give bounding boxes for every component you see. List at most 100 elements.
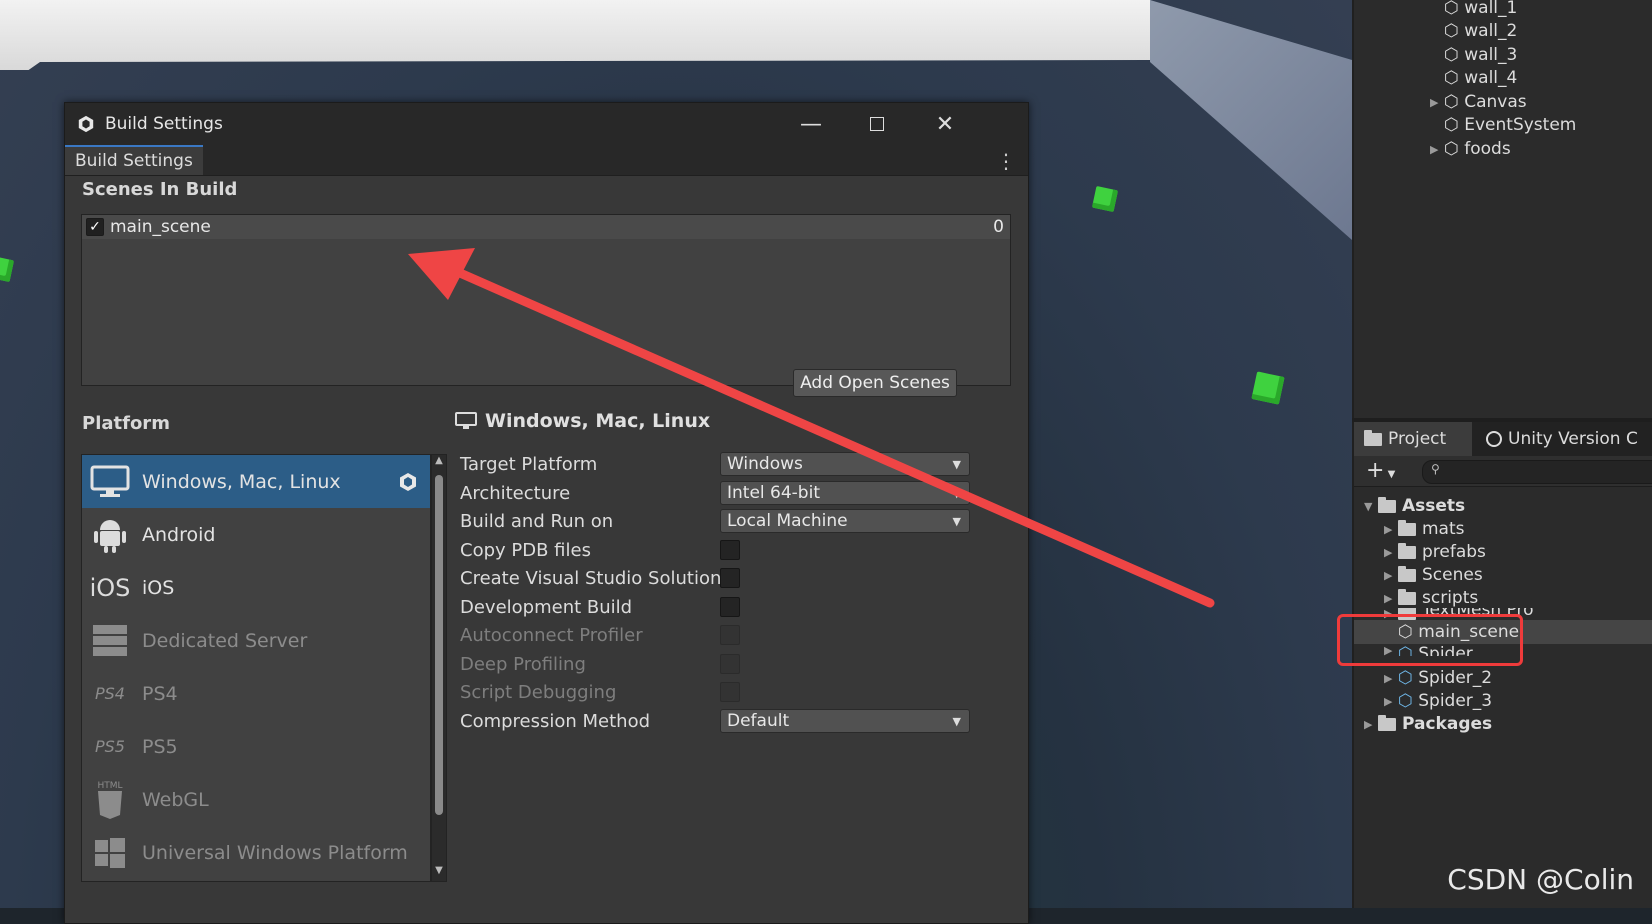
expand-arrow-icon[interactable]: ▶ [1430, 143, 1444, 156]
watermark: CSDN @Colin [1447, 863, 1634, 896]
scroll-up-icon[interactable]: ▲ [432, 455, 446, 471]
build-run-on-dropdown[interactable]: Local Machine ▼ [720, 509, 970, 533]
folder-icon [1398, 565, 1416, 582]
prefab-item[interactable]: ▶ ⬡ Spider_2 [1384, 666, 1492, 690]
platform-item-ios[interactable]: iOS iOS [82, 561, 430, 614]
hierarchy-item-label: wall_3 [1464, 45, 1518, 65]
platform-item-dedicated-server[interactable]: Dedicated Server [82, 614, 430, 667]
expand-arrow-icon[interactable]: ▶ [1384, 569, 1398, 582]
add-open-scenes-button[interactable]: Add Open Scenes [793, 369, 957, 397]
hierarchy-panel[interactable]: ⬡ wall_1 ⬡ wall_2 ⬡ wall_3 ⬡ wall_4 ▶ ⬡ C… [1352, 0, 1652, 418]
more-options-icon[interactable]: ⋮ [996, 149, 1016, 173]
hierarchy-item[interactable]: ▶ ⬡ Canvas [1430, 90, 1527, 114]
tab-project[interactable]: Project [1354, 422, 1472, 456]
create-button[interactable]: + ▼ [1366, 458, 1395, 483]
wall-top [0, 0, 1352, 70]
compression-method-dropdown[interactable]: Default ▼ [720, 709, 970, 733]
platform-item-ps4[interactable]: PS4 PS4 [82, 667, 430, 720]
hierarchy-item[interactable]: ⬡ wall_1 [1430, 0, 1517, 20]
monitor-icon [88, 462, 132, 502]
platform-label: Windows, Mac, Linux [142, 470, 341, 493]
assets-folder[interactable]: ▼ Assets [1364, 494, 1465, 518]
highlight-box [1337, 614, 1523, 666]
plus-icon: + [1366, 458, 1385, 483]
deep-profiling-checkbox[interactable] [720, 654, 740, 674]
expand-arrow-icon[interactable]: ▶ [1384, 672, 1398, 685]
folder-label: Packages [1402, 714, 1493, 734]
prefab-item[interactable]: ▶ ⬡ Spider_3 [1384, 689, 1492, 713]
platform-settings-heading: Windows, Mac, Linux [455, 410, 710, 432]
folder-item[interactable]: ▶ mats [1384, 517, 1465, 541]
development-build-checkbox[interactable] [720, 597, 740, 617]
folder-icon [1398, 542, 1416, 559]
expand-arrow-icon[interactable]: ▶ [1384, 592, 1398, 605]
food-cube [0, 255, 15, 283]
platform-item-android[interactable]: Android [82, 508, 430, 561]
setting-autoconnect-profiler: Autoconnect Profiler [460, 622, 1020, 648]
tab-bar: Build Settings ⋮ [65, 145, 1028, 176]
hierarchy-item[interactable]: ⬡ wall_2 [1430, 19, 1517, 43]
platform-label: PS5 [142, 735, 178, 758]
ps5-icon: PS5 [95, 737, 125, 756]
folder-icon [1398, 519, 1416, 536]
dropdown-value: Default [727, 711, 790, 731]
platform-item-ps5[interactable]: PS5 PS5 [82, 720, 430, 773]
expand-arrow-icon[interactable]: ▶ [1384, 695, 1398, 708]
expand-arrow-icon[interactable]: ▶ [1430, 96, 1444, 109]
script-debugging-checkbox[interactable] [720, 682, 740, 702]
folder-label: scripts [1422, 588, 1479, 608]
hierarchy-item[interactable]: ▶ ⬡ foods [1430, 137, 1511, 161]
platform-settings-title: Windows, Mac, Linux [485, 410, 711, 432]
chevron-down-icon: ▼ [952, 457, 961, 471]
maximize-button[interactable] [843, 103, 911, 145]
project-search-input[interactable]: ⚲ [1422, 460, 1652, 484]
setting-label: Target Platform [460, 453, 598, 475]
folder-icon [1364, 429, 1382, 446]
tab-unity-version-control[interactable]: Unity Version C [1476, 422, 1648, 456]
platform-label: Universal Windows Platform [142, 841, 408, 864]
scene-list[interactable]: ✓ main_scene 0 [81, 214, 1011, 386]
scene-include-checkbox[interactable]: ✓ [86, 218, 104, 236]
hierarchy-item[interactable]: ⬡ wall_4 [1430, 66, 1517, 90]
html5-icon: HTML [88, 780, 132, 820]
folder-item[interactable]: ▶ prefabs [1384, 540, 1486, 564]
windows-icon [88, 833, 132, 873]
hierarchy-item-label: foods [1464, 139, 1511, 159]
architecture-dropdown[interactable]: Intel 64-bit ▼ [720, 481, 970, 505]
folder-item[interactable]: ▶ scripts [1384, 586, 1478, 610]
scroll-down-icon[interactable]: ▼ [432, 865, 446, 881]
scrollbar-thumb[interactable] [435, 475, 443, 815]
setting-label: Autoconnect Profiler [460, 624, 643, 646]
platform-item-webgl[interactable]: HTML WebGL [82, 773, 430, 826]
expand-arrow-icon[interactable]: ▶ [1384, 546, 1398, 559]
checkmark-icon: ✓ [89, 219, 101, 235]
packages-folder[interactable]: ▶ Packages [1364, 712, 1492, 736]
tab-build-settings[interactable]: Build Settings [65, 145, 203, 175]
scene-row[interactable]: ✓ main_scene 0 [82, 215, 1010, 239]
copy-pdb-checkbox[interactable] [720, 540, 740, 560]
food-cube [1251, 371, 1285, 405]
hierarchy-item[interactable]: ⬡ wall_3 [1430, 43, 1517, 67]
autoconnect-profiler-checkbox[interactable] [720, 625, 740, 645]
chevron-down-icon: ▼ [952, 486, 961, 500]
setting-development-build: Development Build [460, 594, 1020, 620]
target-platform-dropdown[interactable]: Windows ▼ [720, 452, 970, 476]
collapse-arrow-icon[interactable]: ▼ [1364, 500, 1378, 513]
platform-item-windows-mac-linux[interactable]: Windows, Mac, Linux [82, 455, 430, 508]
folder-item[interactable]: ▶ Scenes [1384, 563, 1483, 587]
dropdown-value: Intel 64-bit [727, 483, 820, 503]
folder-label: Scenes [1422, 565, 1483, 585]
minimize-button[interactable]: — [777, 103, 845, 145]
close-button[interactable]: ✕ [911, 103, 979, 145]
platform-item-uwp[interactable]: Universal Windows Platform [82, 826, 430, 879]
platform-label: PS4 [142, 682, 178, 705]
platform-list[interactable]: Windows, Mac, Linux Android iOS iOS Dedi… [81, 454, 431, 882]
hierarchy-item[interactable]: ⬡ EventSystem [1430, 113, 1576, 137]
html5-icon-label: HTML [97, 780, 123, 791]
expand-arrow-icon[interactable]: ▶ [1384, 523, 1398, 536]
tab-label: Project [1388, 429, 1447, 449]
cube-icon: ⬡ [1444, 45, 1459, 65]
platform-scrollbar[interactable]: ▲ ▼ [431, 454, 447, 882]
expand-arrow-icon[interactable]: ▶ [1364, 718, 1378, 731]
create-vs-solution-checkbox[interactable] [720, 568, 740, 588]
